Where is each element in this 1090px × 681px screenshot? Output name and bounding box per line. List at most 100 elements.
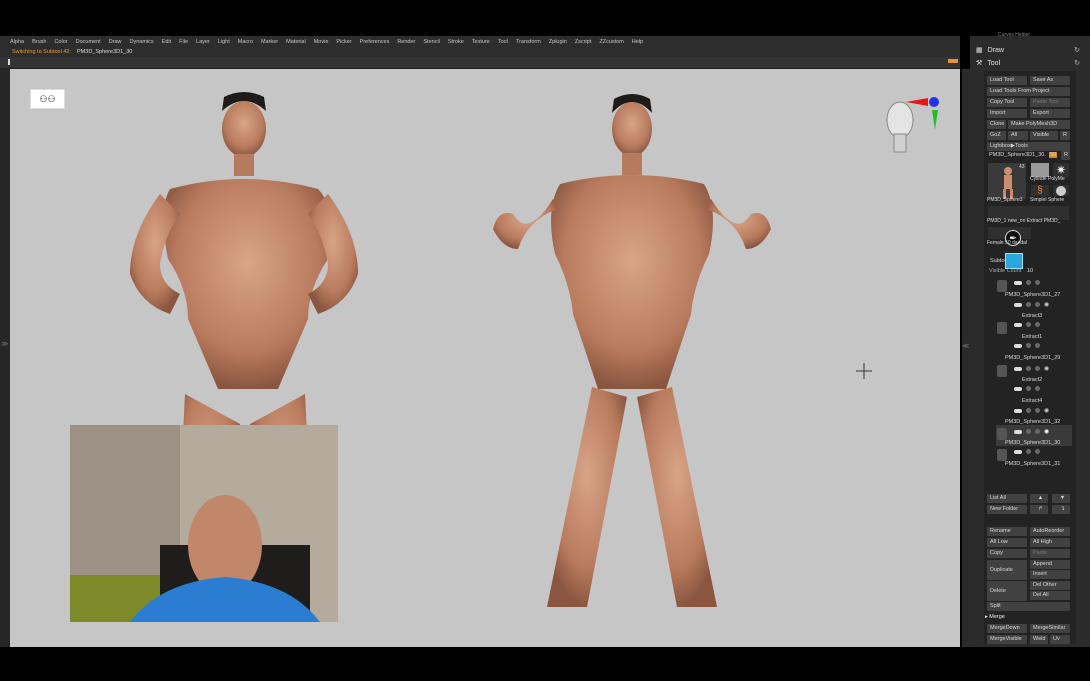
menu-item-movie[interactable]: Movie (314, 39, 329, 45)
merge-similar-button[interactable]: MergeSimilar (1030, 624, 1070, 633)
menu-item-render[interactable]: Render (397, 39, 415, 45)
copy-tool-button[interactable]: Copy Tool (987, 98, 1027, 107)
eye-icon[interactable]: ◉ (1044, 407, 1049, 414)
goz-button[interactable]: GoZ (987, 131, 1006, 140)
move-up-arrow-icon[interactable]: ▲ (1030, 494, 1048, 503)
copy-button[interactable]: Copy (987, 549, 1027, 558)
subtool-row[interactable]: PM3D_Sphere3D1_31 (996, 446, 1072, 467)
all-low-button[interactable]: All Low (987, 538, 1027, 547)
clone-button[interactable]: Clone (987, 120, 1006, 129)
perspective-figures-icon[interactable]: ⚇⚇ (30, 89, 65, 109)
subtool-visibility-toggle[interactable] (1014, 366, 1022, 371)
menu-item-zplugin[interactable]: Zplugin (549, 39, 567, 45)
merge-visible-button[interactable]: MergeVisible (987, 635, 1027, 644)
menu-item-color[interactable]: Color (54, 39, 67, 45)
eye-icon[interactable]: ◉ (1044, 365, 1049, 372)
load-tools-from-project-button[interactable]: Load Tools From Project (987, 87, 1070, 96)
subtool-row[interactable]: Extract4 (996, 383, 1072, 404)
subtool-option-icon[interactable] (1026, 280, 1031, 285)
subtool-row[interactable]: ◉ Extract2 (996, 362, 1072, 383)
tool-palette-header[interactable]: ⚒ Tool ↻ (970, 57, 1090, 69)
shelf-toggle[interactable] (948, 59, 958, 63)
subtool-row[interactable]: ◉ Extract3 (996, 298, 1072, 319)
navigation-gizmo-icon[interactable] (880, 82, 945, 162)
new-folder-button[interactable]: New Folder (987, 505, 1027, 514)
refresh-icon[interactable]: ↻ (1074, 59, 1080, 67)
subtool-option-icon[interactable] (1035, 429, 1040, 434)
menu-item-marker[interactable]: Marker (261, 39, 278, 45)
subtool-option-icon[interactable] (1035, 449, 1040, 454)
menu-item-tool[interactable]: Tool (498, 39, 508, 45)
eye-icon[interactable]: ◉ (1044, 301, 1049, 308)
goz-all-button[interactable]: All (1008, 131, 1028, 140)
sphere-thumb[interactable] (1052, 184, 1070, 197)
all-high-button[interactable]: All High (1030, 538, 1070, 547)
subtool-option-icon[interactable] (1035, 302, 1040, 307)
draw-palette-header[interactable]: ▦ Draw ↻ (970, 44, 1090, 56)
save-as-button[interactable]: Save As (1030, 76, 1070, 85)
subtool-visibility-toggle[interactable] (1014, 408, 1022, 413)
delete-button[interactable]: Delete (987, 581, 1027, 601)
list-all-button[interactable]: List All (987, 494, 1027, 503)
duplicate-button[interactable]: Duplicate (987, 560, 1027, 580)
subtool-option-icon[interactable] (1026, 302, 1031, 307)
menu-item-material[interactable]: Material (286, 39, 306, 45)
subtool-option-icon[interactable] (1035, 322, 1040, 327)
import-button[interactable]: Import (987, 109, 1027, 118)
menu-item-brush[interactable]: Brush (32, 39, 46, 45)
subtool-option-icon[interactable] (1026, 429, 1031, 434)
merge-down-button[interactable]: MergeDown (987, 624, 1027, 633)
subtool-row[interactable]: Extract1 (996, 319, 1072, 340)
simple-brush-thumb[interactable]: § (1030, 184, 1050, 197)
del-all-button[interactable]: Del All (1030, 591, 1070, 600)
subtool-visibility-toggle[interactable] (1014, 386, 1022, 391)
lightbox-tools-button[interactable]: Lightbox▶Tools (987, 142, 1070, 151)
uv-button[interactable]: Uv (1050, 635, 1070, 644)
right-dock[interactable] (962, 69, 970, 647)
subtool-option-icon[interactable] (1035, 343, 1040, 348)
subtool-option-icon[interactable] (1035, 280, 1040, 285)
dock-expand-icon[interactable]: ≫ (1, 340, 8, 348)
menu-item-dynamics[interactable]: Dynamics (130, 39, 154, 45)
menu-item-transform[interactable]: Transform (516, 39, 541, 45)
refresh-icon[interactable]: ↻ (1074, 46, 1080, 54)
paste-tool-button[interactable]: Paste Tool (1030, 98, 1070, 107)
menu-item-stroke[interactable]: Stroke (448, 39, 464, 45)
subtool-option-icon[interactable] (1026, 386, 1031, 391)
load-tool-button[interactable]: Load Tool (987, 76, 1027, 85)
menu-item-document[interactable]: Document (76, 39, 101, 45)
subtool-visibility-toggle[interactable] (1014, 280, 1022, 285)
subtool-option-icon[interactable] (1035, 366, 1040, 371)
folder-arrow-icon[interactable]: ↱ (1030, 505, 1048, 514)
menu-item-texture[interactable]: Texture (472, 39, 490, 45)
menu-item-zscript[interactable]: Zscript (575, 39, 592, 45)
menu-item-draw[interactable]: Draw (109, 39, 122, 45)
split-button[interactable]: Split (987, 602, 1070, 611)
subtool-highlight-swatch[interactable] (1005, 253, 1023, 269)
visible-count-value[interactable]: 10 (1027, 268, 1033, 274)
subtool-visibility-toggle[interactable] (1014, 322, 1022, 327)
menu-item-alpha[interactable]: Alpha (10, 39, 24, 45)
menu-item-help[interactable]: Help (632, 39, 643, 45)
subtool-visibility-toggle[interactable] (1014, 343, 1022, 348)
goz-r-button[interactable]: R (1060, 131, 1070, 140)
left-dock[interactable] (0, 69, 10, 647)
subtool-option-icon[interactable] (1026, 366, 1031, 371)
menu-item-file[interactable]: File (179, 39, 188, 45)
subtool-row[interactable]: ◉ PM3D_Sphere3D1_32 (996, 404, 1072, 425)
menu-item-layer[interactable]: Layer (196, 39, 210, 45)
rename-button[interactable]: Rename (987, 527, 1027, 536)
make-polymesh-button[interactable]: Make PolyMesh3D (1008, 120, 1070, 129)
folder-down-icon[interactable]: ↴ (1052, 505, 1070, 514)
export-button[interactable]: Export (1030, 109, 1070, 118)
menu-item-light[interactable]: Light (218, 39, 230, 45)
menu-item-stencil[interactable]: Stencil (423, 39, 440, 45)
move-down-arrow-icon[interactable]: ▼ (1052, 494, 1070, 503)
menu-item-picker[interactable]: Picker (336, 39, 351, 45)
paste-button[interactable]: Paste (1030, 549, 1070, 558)
menu-item-edit[interactable]: Edit (162, 39, 171, 45)
subtool-option-icon[interactable] (1026, 449, 1031, 454)
subtool-option-icon[interactable] (1035, 408, 1040, 413)
menu-item-preferences[interactable]: Preferences (360, 39, 390, 45)
dock-collapse-icon[interactable]: ≪ (962, 342, 969, 350)
